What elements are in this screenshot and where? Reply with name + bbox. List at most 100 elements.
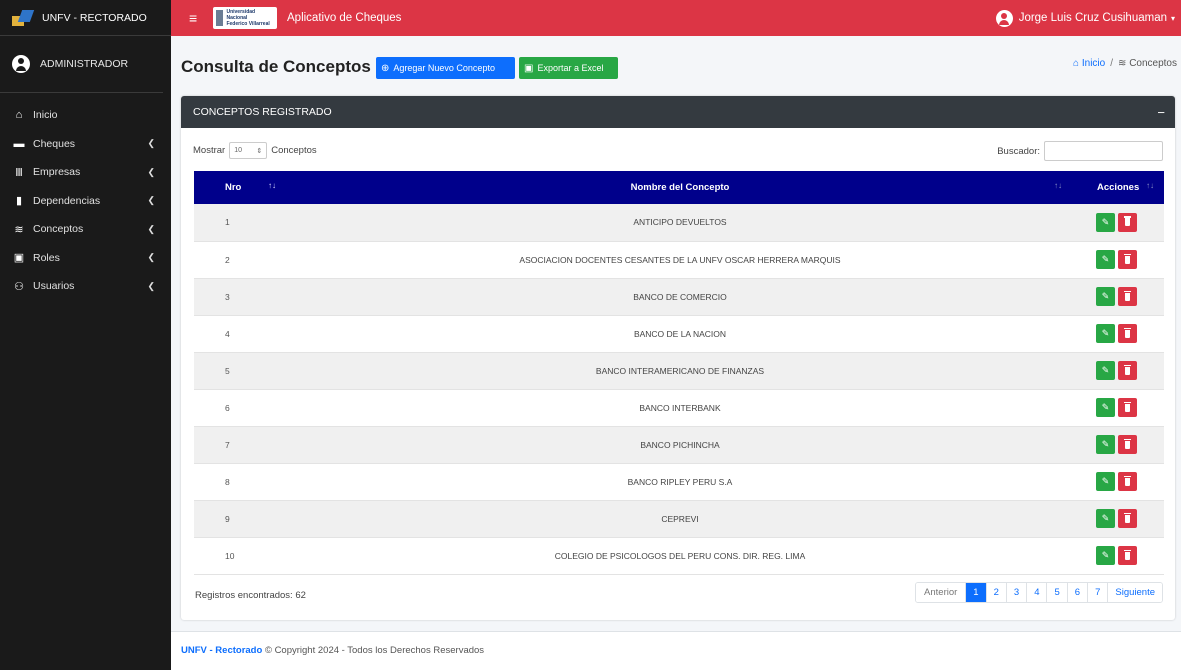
table-row: 8 BANCO RIPLEY PERU S.A ✎: [194, 463, 1164, 500]
edit-button[interactable]: ✎: [1096, 472, 1115, 491]
trash-icon: [1124, 438, 1131, 449]
edit-button[interactable]: ✎: [1096, 435, 1115, 454]
edit-button[interactable]: ✎: [1096, 287, 1115, 306]
cell-actions: ✎: [1072, 463, 1164, 500]
cell-concept-name: BANCO DE LA NACION: [633, 328, 727, 339]
page-length-select[interactable]: 10 ⇕: [229, 142, 268, 159]
trash-icon: [1124, 512, 1131, 523]
show-label: Mostrar: [193, 145, 226, 156]
card-title: CONCEPTOS REGISTRADO: [193, 106, 332, 118]
column-header-name[interactable]: Nombre del Concepto ↑↓: [288, 171, 1072, 204]
app-title[interactable]: Aplicativo de Cheques: [287, 12, 401, 24]
pagination-page-6[interactable]: 6: [1066, 583, 1088, 602]
footer-brand-link[interactable]: UNFV - Rectorado: [181, 645, 262, 656]
delete-button[interactable]: [1118, 212, 1137, 232]
caret-down-icon: ▾: [1170, 13, 1175, 23]
sort-icon: ↑↓: [1146, 181, 1154, 190]
edit-button[interactable]: ✎: [1096, 398, 1115, 417]
sidebar-item-inicio[interactable]: ⌂ Inicio: [0, 101, 171, 130]
delete-button[interactable]: [1118, 361, 1137, 380]
sidebar-item-empresas[interactable]: Ⅲ Empresas ❮: [0, 158, 171, 187]
column-header-name-label: Nombre del Concepto: [630, 182, 730, 193]
delete-button[interactable]: [1118, 250, 1137, 269]
delete-button[interactable]: [1118, 509, 1137, 528]
edit-button[interactable]: ✎: [1096, 212, 1115, 232]
pagination-page-5[interactable]: 5: [1046, 583, 1067, 602]
sidebar-item-conceptos[interactable]: ≋ Conceptos ❮: [0, 215, 171, 244]
sort-asc-icon: ↑↓: [268, 181, 276, 190]
table-row: 4 BANCO DE LA NACION ✎: [194, 315, 1164, 352]
table-header-row: Nro ↑↓ Nombre del Concepto ↑↓ Acciones ↑↓: [194, 171, 1164, 204]
add-concept-button[interactable]: ⊕ Agregar Nuevo Concepto: [376, 57, 515, 79]
edit-button[interactable]: ✎: [1096, 250, 1115, 269]
user-dropdown[interactable]: Jorge Luis Cruz Cusihuaman ▾: [995, 9, 1175, 27]
sidebar-item-usuarios[interactable]: ⚇ Usuarios ❮: [0, 272, 171, 301]
pagination: Anterior 1 2 3 4 5 6 7 Siguiente: [915, 582, 1163, 603]
table-row: 7 BANCO PICHINCHA ✎: [194, 426, 1164, 463]
sidebar-item-label: Cheques: [33, 137, 76, 150]
user-circle-icon: [995, 9, 1013, 27]
card-header: CONCEPTOS REGISTRADO −: [181, 96, 1175, 128]
column-header-nro-label: Nro: [225, 182, 242, 193]
breadcrumb-home-link[interactable]: ⌂ Inicio: [1073, 58, 1105, 69]
hamburger-menu-icon[interactable]: ≡: [189, 10, 203, 26]
sidebar-item-cheques[interactable]: ▬ Cheques ❮: [0, 130, 171, 159]
pagination-next[interactable]: Siguiente: [1107, 583, 1162, 602]
pagination-page-7[interactable]: 7: [1087, 583, 1108, 602]
sidebar-item-dependencias[interactable]: ▮ Dependencias ❮: [0, 187, 171, 216]
collapse-minus-icon[interactable]: −: [1157, 105, 1165, 120]
chevron-left-icon: ❮: [147, 138, 155, 149]
brand-link[interactable]: UNFV - RECTORADO: [0, 0, 171, 36]
topbar: ≡ Universidad Nacional Federico Villarrea…: [171, 0, 1181, 36]
brand-title: UNFV - RECTORADO: [42, 11, 147, 24]
edit-button[interactable]: ✎: [1096, 324, 1115, 343]
column-header-actions[interactable]: Acciones ↑↓: [1072, 171, 1164, 204]
delete-button[interactable]: [1118, 287, 1137, 306]
sort-icon: ↑↓: [1054, 181, 1062, 190]
sidebar-item-roles[interactable]: ▣ Roles ❮: [0, 244, 171, 273]
id-card-icon: ▣: [13, 252, 25, 265]
trash-icon: [1124, 216, 1131, 227]
delete-button[interactable]: [1118, 546, 1137, 565]
cell-concept-name: ASOCIACION DOCENTES CESANTES DE LA UNFV …: [519, 254, 841, 265]
pencil-icon: ✎: [1101, 402, 1110, 412]
pagination-page-2[interactable]: 2: [985, 583, 1006, 602]
edit-button[interactable]: ✎: [1096, 509, 1115, 528]
cell-nro: 6: [225, 402, 230, 413]
trash-icon: [1124, 364, 1131, 375]
edit-button[interactable]: ✎: [1096, 546, 1115, 565]
logo-text-line-1: Universidad Nacional: [226, 9, 256, 21]
university-seal-icon: [216, 10, 224, 26]
user-panel[interactable]: ADMINISTRADOR: [0, 36, 163, 93]
delete-button[interactable]: [1118, 398, 1137, 417]
user-panel-name: ADMINISTRADOR: [40, 58, 129, 70]
table-body: 1 ANTICIPO DEVUELTOS ✎ 2 ASOCIACION DOCENTES…: [194, 204, 1164, 574]
table-row: 1 ANTICIPO DEVUELTOS ✎: [194, 204, 1164, 241]
sidebar-item-label: Usuarios: [33, 280, 75, 293]
cell-nro: 10: [225, 550, 235, 561]
cell-nro: 3: [225, 291, 230, 302]
money-check-icon: ▬: [13, 137, 25, 150]
delete-button[interactable]: [1118, 472, 1137, 491]
delete-button[interactable]: [1118, 435, 1137, 454]
table-row: 6 BANCO INTERBANK ✎: [194, 389, 1164, 426]
export-excel-button[interactable]: ▣ Exportar a Excel: [519, 57, 618, 79]
pagination-page-3[interactable]: 3: [1005, 583, 1027, 602]
table-row: 9 CEPREVI ✎: [194, 500, 1164, 537]
bookmark-icon: ▮: [15, 195, 23, 208]
concepts-table: Nro ↑↓ Nombre del Concepto ↑↓ Acciones ↑↓ 1…: [194, 171, 1164, 575]
column-header-nro[interactable]: Nro ↑↓: [194, 171, 288, 204]
cell-actions: ✎: [1072, 204, 1164, 241]
pencil-icon: ✎: [1101, 254, 1110, 264]
pagination-page-4[interactable]: 4: [1026, 583, 1047, 602]
layer-group-icon: ≋: [1118, 58, 1127, 69]
delete-button[interactable]: [1118, 324, 1137, 343]
sidebar: UNFV - RECTORADO ADMINISTRADOR ⌂ Inicio ▬ C…: [0, 0, 171, 670]
pagination-previous[interactable]: Anterior: [916, 583, 966, 602]
pagination-page-1[interactable]: 1: [965, 583, 986, 602]
trash-icon: [1124, 253, 1131, 264]
page-length-value: 10: [234, 147, 242, 154]
search-input[interactable]: [1044, 141, 1163, 161]
records-count: Registros encontrados: 62: [195, 590, 306, 601]
edit-button[interactable]: ✎: [1096, 361, 1115, 380]
